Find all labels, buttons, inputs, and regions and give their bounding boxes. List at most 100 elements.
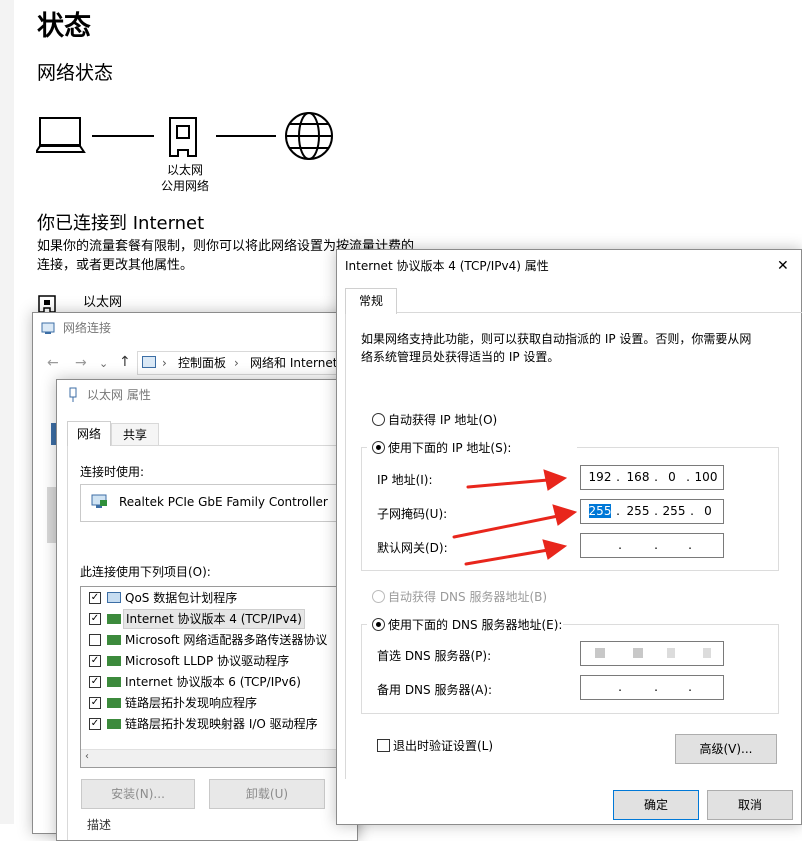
network-folder-icon [41, 322, 55, 334]
subnet-octet: 255 [626, 504, 650, 518]
network-diagram [36, 112, 333, 160]
adapter-name-text: Realtek PCIe GbE Family Controller [119, 495, 328, 509]
protocol-icon [107, 614, 121, 624]
horizontal-scrollbar[interactable]: ‹ [81, 749, 337, 767]
adapter-box: Realtek PCIe GbE Family Controller [80, 484, 362, 522]
item-checkbox[interactable]: ✓ [89, 718, 101, 730]
subnet-mask-field[interactable]: 255 . 255 . 255 . 0 [580, 499, 724, 524]
protocol-icon [107, 635, 121, 645]
validate-checkbox[interactable] [377, 739, 390, 752]
scroll-left-icon[interactable]: ‹ [85, 751, 89, 762]
advanced-button[interactable]: 高级(V)... [675, 734, 777, 764]
ipv4-properties-dialog: Internet 协议版本 4 (TCP/IPv4) 属性 ✕ 常规 如果网络支… [336, 249, 802, 825]
ip-octet: 100 [694, 470, 718, 484]
ipv4-info-text: 如果网络支持此功能，则可以获取自动指派的 IP 设置。否则，你需要从网 络系统管… [361, 330, 781, 366]
protocol-icon [107, 656, 121, 666]
cancel-button[interactable]: 取消 [707, 790, 793, 820]
back-arrow-icon[interactable]: ← [47, 355, 59, 371]
ethernet-properties-title: 以太网 属性 [87, 388, 151, 402]
up-arrow-icon[interactable]: ↑ [119, 354, 131, 370]
breadcrumb-network[interactable]: 网络和 Internet [250, 352, 337, 374]
description-label: 描述 [87, 818, 112, 832]
section-title: 网络状态 [37, 62, 114, 84]
ipv4-titlebar[interactable]: Internet 协议版本 4 (TCP/IPv4) 属性 ✕ [337, 250, 801, 282]
ip-octet: 168 [626, 470, 650, 484]
info-line: 络系统管理员处获得适当的 IP 设置。 [361, 350, 560, 364]
manual-dns-group [361, 624, 779, 714]
ip-octet: 192 [588, 470, 612, 484]
item-label: Microsoft 网络适配器多路传送器协议 [125, 633, 328, 647]
items-list[interactable]: ✓ QoS 数据包计划程序 ✓ Internet 协议版本 4 (TCP/IPv… [80, 586, 338, 768]
alternate-dns-label: 备用 DNS 服务器(A): [377, 683, 493, 697]
settings-left-edge [0, 0, 14, 824]
preferred-dns-label: 首选 DNS 服务器(P): [377, 649, 492, 663]
control-panel-icon [142, 356, 156, 368]
forward-arrow-icon[interactable]: → [75, 355, 87, 371]
address-bar[interactable]: › 控制面板 › 网络和 Internet [137, 351, 369, 375]
item-label: Microsoft LLDP 协议驱动程序 [125, 654, 290, 668]
ethernet-port-icon [169, 117, 197, 157]
laptop-icon [36, 117, 86, 153]
history-chevron-icon[interactable]: ⌄ [99, 357, 108, 370]
network-profile: 公用网络 [160, 179, 209, 193]
items-label: 此连接使用下列项目(O): [80, 565, 211, 579]
install-button[interactable]: 安装(N)... [81, 779, 195, 809]
protocol-icon [107, 677, 121, 687]
manual-dns-label[interactable]: 使用下面的 DNS 服务器地址(E): [388, 616, 562, 633]
auto-dns-label[interactable]: 自动获得 DNS 服务器地址(B) [388, 588, 547, 605]
network-connections-titlebar[interactable]: 网络连接 [33, 313, 355, 343]
subnet-octet: 0 [704, 504, 712, 518]
uninstall-button[interactable]: 卸载(U) [209, 779, 325, 809]
item-label: Internet 协议版本 4 (TCP/IPv4) [123, 609, 305, 629]
ip-address-label: IP 地址(I): [377, 473, 433, 487]
preferred-dns-field[interactable] [580, 641, 724, 666]
item-checkbox[interactable]: ✓ [89, 697, 101, 709]
ethernet-properties-titlebar[interactable]: 以太网 属性 [57, 380, 357, 410]
auto-ip-label[interactable]: 自动获得 IP 地址(O) [388, 411, 497, 428]
ethernet-small-icon [38, 295, 56, 313]
service-icon [107, 592, 121, 603]
breadcrumb-control-panel[interactable]: 控制面板 [178, 352, 226, 374]
page-title: 状态 [37, 11, 91, 42]
adapter-name: 以太网 [166, 163, 203, 177]
ethernet-properties-window: 以太网 属性 网络 共享 连接时使用: Realtek PCIe GbE Fam… [56, 379, 362, 841]
close-icon[interactable]: ✕ [777, 250, 789, 282]
item-checkbox[interactable]: ✓ [89, 676, 101, 688]
item-label: Internet 协议版本 6 (TCP/IPv6) [125, 675, 301, 689]
tab-sharing[interactable]: 共享 [111, 423, 159, 446]
auto-dns-radio[interactable] [372, 590, 385, 603]
ipv4-dialog-title: Internet 协议版本 4 (TCP/IPv4) 属性 [345, 259, 549, 273]
item-checkbox[interactable]: ✓ [89, 592, 101, 604]
redacted-block [703, 648, 711, 658]
info-line: 如果网络支持此功能，则可以获取自动指派的 IP 设置。否则，你需要从网 [361, 332, 752, 346]
item-checkbox[interactable]: ✓ [89, 655, 101, 667]
item-label: 链路层拓扑发现映射器 I/O 驱动程序 [125, 717, 318, 731]
item-checkbox[interactable]: ✓ [89, 613, 101, 625]
ethernet-item-label[interactable]: 以太网 [83, 291, 122, 310]
redacted-block [667, 648, 675, 658]
manual-ip-label[interactable]: 使用下面的 IP 地址(S): [388, 439, 511, 456]
ip-octet: 0 [668, 470, 676, 484]
manual-ip-radio[interactable] [372, 441, 385, 454]
connected-title: 你已连接到 Internet [37, 213, 205, 234]
alternate-dns-field[interactable]: . . . [580, 675, 724, 700]
auto-ip-radio[interactable] [372, 413, 385, 426]
subnet-mask-label: 子网掩码(U): [377, 507, 448, 521]
ip-address-field[interactable]: 192 . 168 . 0 . 100 [580, 465, 724, 490]
item-checkbox[interactable] [89, 634, 101, 646]
tab-general[interactable]: 常规 [345, 288, 397, 314]
gateway-label: 默认网关(D): [377, 541, 448, 555]
redacted-block [633, 648, 643, 658]
tab-network[interactable]: 网络 [67, 421, 111, 446]
protocol-icon [107, 719, 121, 729]
ok-button[interactable]: 确定 [613, 790, 699, 820]
item-label: 链路层拓扑发现响应程序 [125, 696, 258, 710]
subnet-octet-selection: 255 [588, 504, 612, 518]
adapter-label: 以太网 公用网络 [150, 162, 220, 194]
network-connections-title: 网络连接 [63, 321, 112, 335]
gateway-field[interactable]: . . . [580, 533, 724, 558]
protocol-icon [107, 698, 121, 708]
manual-dns-radio[interactable] [372, 618, 385, 631]
validate-label[interactable]: 退出时验证设置(L) [393, 737, 493, 754]
subnet-octet: 255 [662, 504, 686, 518]
